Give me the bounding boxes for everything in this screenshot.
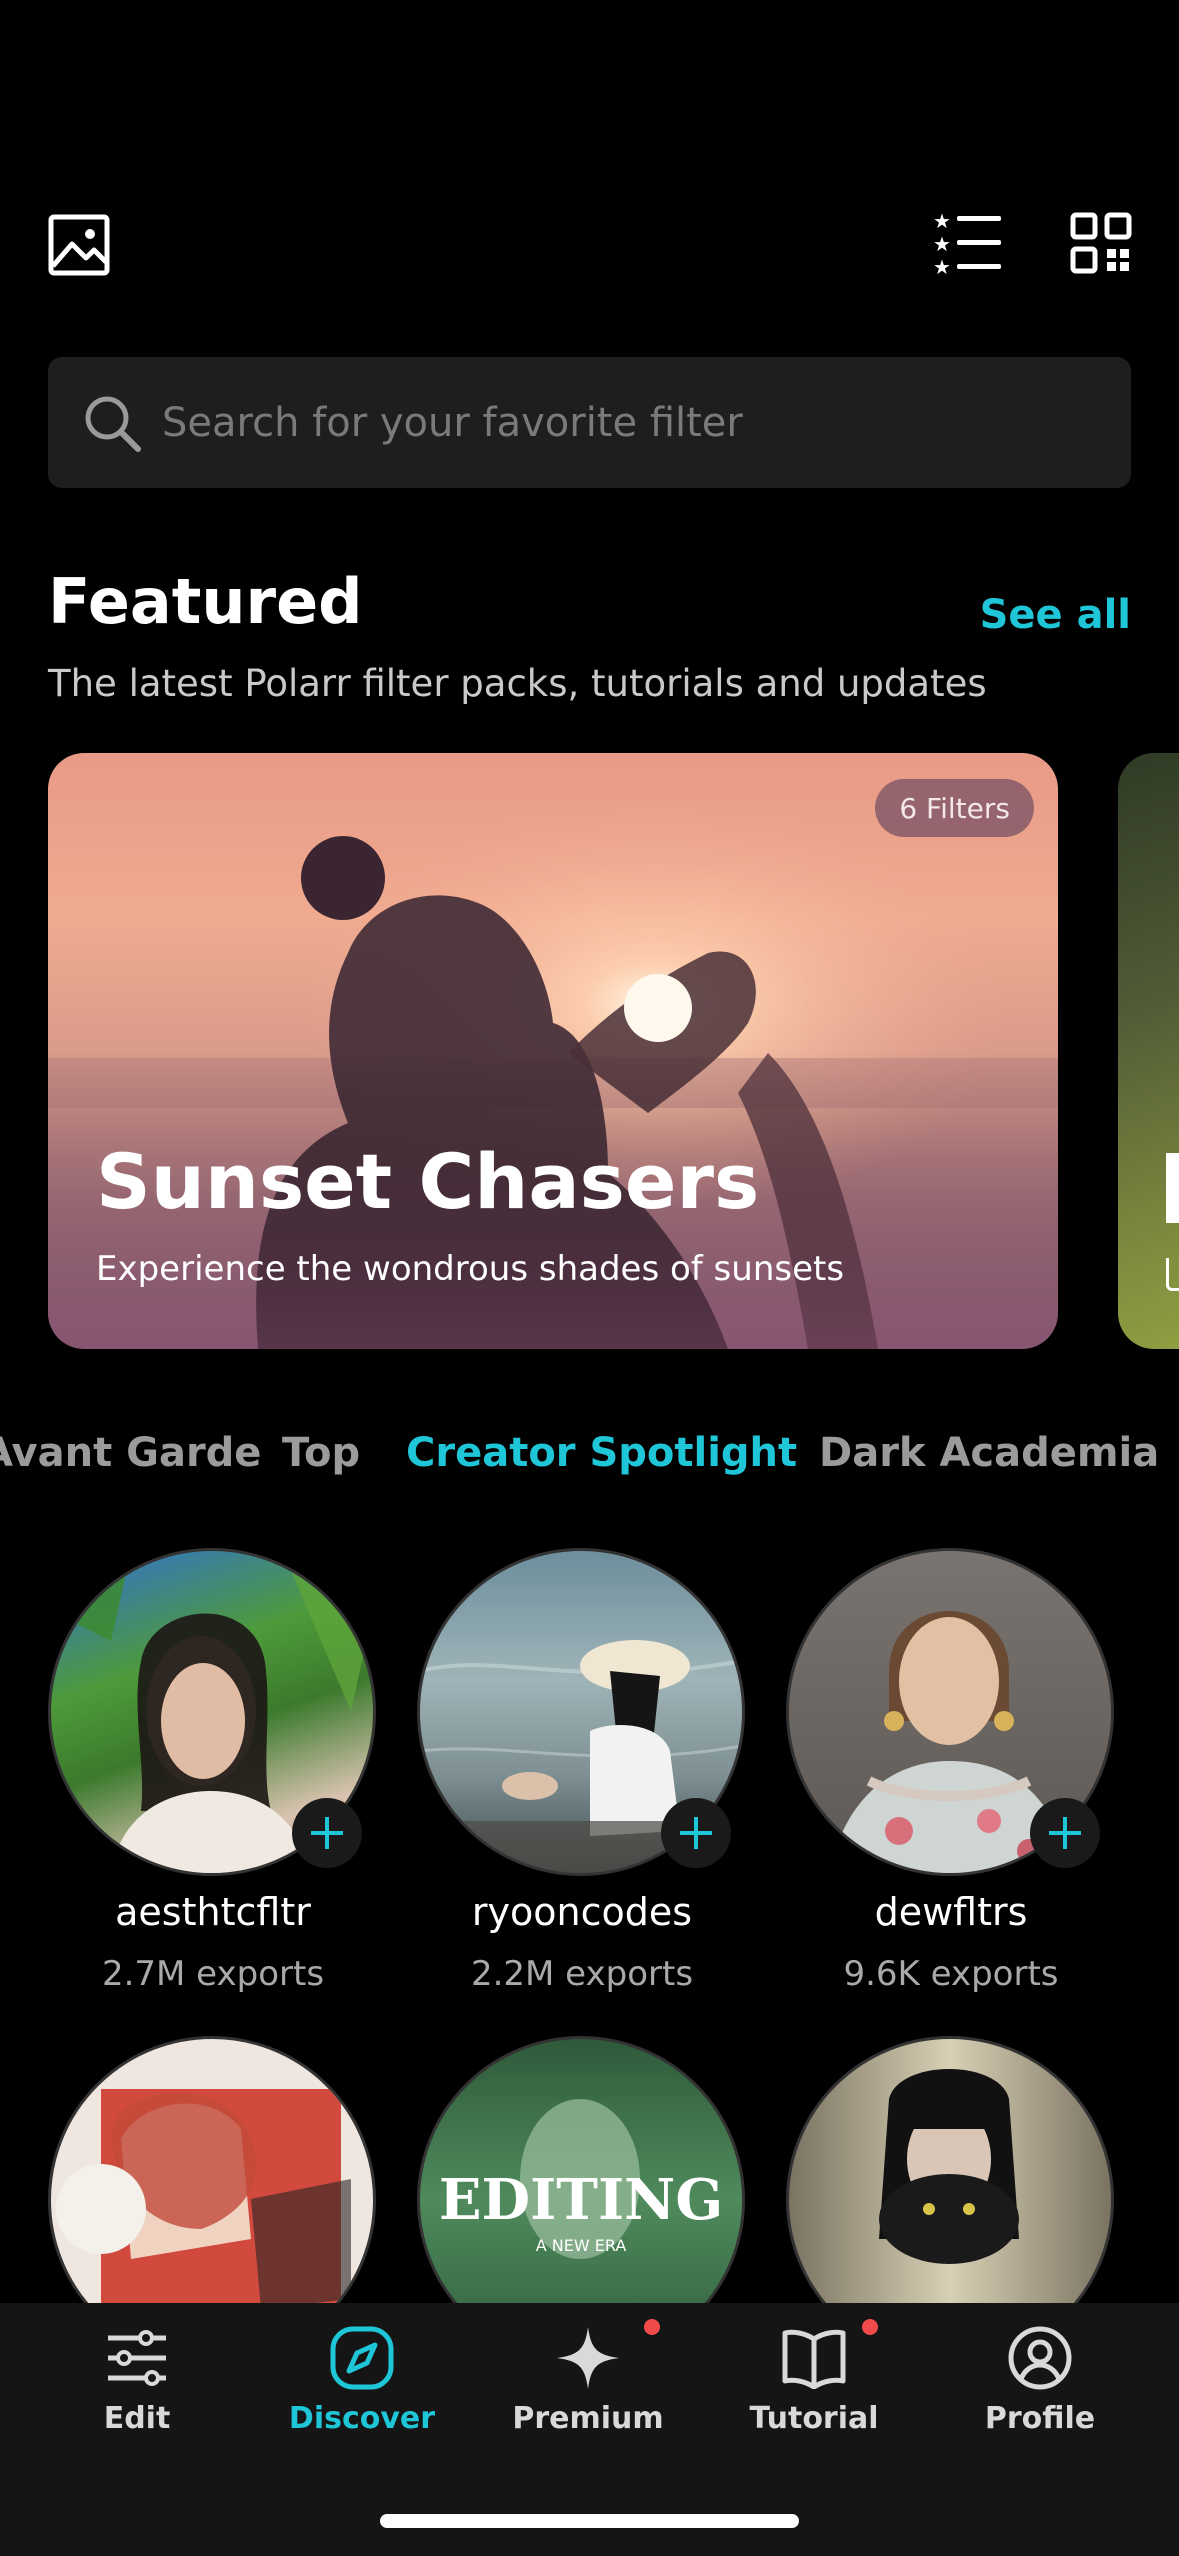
book-icon xyxy=(779,2323,849,2393)
nav-tutorial[interactable]: Tutorial xyxy=(714,2303,914,2463)
featured-title: Featured xyxy=(48,565,363,638)
avatar: EDITING A NEW ERA xyxy=(417,2036,745,2303)
creator-card-aesthtcfltr[interactable]: aesthtcfltr 2.7M exports xyxy=(48,1548,378,2008)
creator-exports: 9.6K exports xyxy=(843,1954,1059,1994)
featured-card-sunset-chasers[interactable]: 6 Filters Sunset Chasers Experience the … xyxy=(48,753,1058,1349)
nav-label: Edit xyxy=(103,2401,171,2436)
notification-dot xyxy=(862,2319,878,2335)
featured-subtitle: The latest Polarr filter packs, tutorial… xyxy=(48,662,987,705)
sliders-icon xyxy=(102,2323,172,2393)
category-tabs: Avant Garde Top Creator Spotlight Dark A… xyxy=(0,1430,1179,1490)
overlay-text: EDITING xyxy=(439,2167,723,2233)
creator-card-5[interactable]: EDITING A NEW ERA xyxy=(417,2036,747,2303)
nav-label: Tutorial xyxy=(749,2401,879,2436)
gallery-icon[interactable] xyxy=(44,210,114,280)
filter-count-badge: 6 Filters xyxy=(875,779,1034,837)
creator-exports: 2.7M exports xyxy=(101,1954,325,1994)
creator-name: dewfltrs xyxy=(874,1890,1028,1934)
home-indicator xyxy=(380,2514,799,2528)
see-all-link[interactable]: See all xyxy=(980,592,1131,638)
profile-icon xyxy=(1005,2323,1075,2393)
avatar xyxy=(48,2036,376,2303)
card-subtitle: Experience the wondrous shades of sunset… xyxy=(96,1249,845,1289)
follow-button[interactable] xyxy=(1030,1798,1100,1868)
nav-profile[interactable]: Profile xyxy=(940,2303,1140,2463)
nav-label: Discover xyxy=(288,2401,436,2436)
tab-dark-academia[interactable]: Dark Academia xyxy=(819,1430,1159,1476)
next-card-title-glyph xyxy=(1166,1153,1179,1223)
svg-text:★: ★ xyxy=(933,210,951,233)
nav-discover[interactable]: Discover xyxy=(262,2303,462,2463)
search-bar[interactable]: Search for your favorite filter xyxy=(48,357,1131,488)
creator-card-4[interactable] xyxy=(48,2036,378,2303)
svg-text:★: ★ xyxy=(933,255,951,276)
creator-name: ryooncodes xyxy=(471,1890,693,1934)
tab-top[interactable]: Top xyxy=(282,1430,360,1476)
starred-list-icon[interactable]: ★ ★ ★ xyxy=(932,208,1004,278)
compass-icon xyxy=(327,2323,397,2393)
next-card-subtitle-glyph xyxy=(1166,1258,1179,1291)
avatar xyxy=(786,2036,1114,2303)
follow-button[interactable] xyxy=(661,1798,731,1868)
creator-name: aesthtcfltr xyxy=(115,1890,311,1934)
tab-avant-garde[interactable]: Avant Garde xyxy=(0,1430,261,1476)
overlay-subtext: A NEW ERA xyxy=(536,2236,627,2255)
nav-edit[interactable]: Edit xyxy=(37,2303,237,2463)
card-title: Sunset Chasers xyxy=(96,1137,760,1226)
follow-button[interactable] xyxy=(292,1798,362,1868)
sparkle-icon xyxy=(553,2323,623,2393)
nav-label: Premium xyxy=(512,2401,664,2436)
creator-card-6[interactable] xyxy=(786,2036,1116,2303)
featured-card-next[interactable] xyxy=(1118,753,1179,1349)
nav-label: Profile xyxy=(984,2401,1096,2436)
creator-card-ryooncodes[interactable]: ryooncodes 2.2M exports xyxy=(417,1548,747,2008)
tab-creator-spotlight[interactable]: Creator Spotlight xyxy=(406,1430,797,1476)
creator-exports: 2.2M exports xyxy=(470,1954,694,1994)
search-icon xyxy=(82,393,142,453)
search-placeholder: Search for your favorite filter xyxy=(162,399,743,446)
creator-card-dewfltrs[interactable]: dewfltrs 9.6K exports xyxy=(786,1548,1116,2008)
qr-code-icon[interactable] xyxy=(1066,208,1136,278)
svg-text:★: ★ xyxy=(933,232,951,256)
notification-dot xyxy=(644,2319,660,2335)
nav-premium[interactable]: Premium xyxy=(488,2303,688,2463)
